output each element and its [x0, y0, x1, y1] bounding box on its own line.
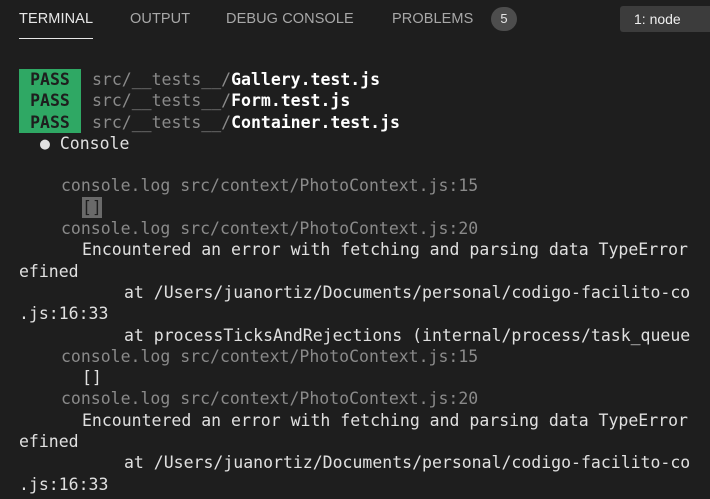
error-line: Encountered an error with fetching and p…: [0, 410, 710, 431]
terminal-selector-dropdown[interactable]: 1: node: [620, 6, 710, 32]
log-value-line: []: [0, 367, 710, 388]
wrapped-text: .js:16:33: [19, 304, 109, 324]
log-line: console.log src/context/PhotoContext.js:…: [0, 346, 710, 367]
test-file: Gallery.test.js: [231, 70, 381, 89]
test-dir: src/__tests__/: [92, 70, 232, 89]
test-result-line: PASS src/__tests__/Form.test.js: [0, 90, 710, 112]
test-result-line: PASS src/__tests__/Container.test.js: [0, 111, 710, 133]
tab-terminal[interactable]: TERMINAL: [19, 0, 94, 40]
stack-frame: at /Users/juanortiz/Documents/personal/c…: [124, 282, 691, 302]
log-value: []: [82, 196, 102, 219]
stack-frame: at /Users/juanortiz/Documents/personal/c…: [124, 453, 691, 473]
error-line: Encountered an error with fetching and p…: [0, 239, 710, 260]
tab-debug-console[interactable]: DEBUG CONSOLE: [226, 0, 354, 40]
panel-tab-bar: TERMINAL OUTPUT DEBUG CONSOLE PROBLEMS 5…: [0, 0, 710, 40]
error-message: Encountered an error with fetching and p…: [82, 240, 688, 260]
wrap-line: .js:16:33: [0, 303, 710, 324]
wrap-line: .js:16:33: [0, 474, 710, 495]
stack-line: at processTicksAndRejections (internal/p…: [0, 325, 710, 346]
tab-problems-label: PROBLEMS: [392, 11, 474, 27]
problems-count-badge: 5: [491, 7, 517, 31]
console-log-source: console.log src/context/PhotoContext.js:…: [61, 219, 479, 239]
terminal-panel: TERMINAL OUTPUT DEBUG CONSOLE PROBLEMS 5…: [0, 0, 710, 499]
stack-line: at /Users/juanortiz/Documents/personal/c…: [0, 452, 710, 473]
test-file: Container.test.js: [231, 112, 400, 132]
console-log-source: console.log src/context/PhotoContext.js:…: [61, 176, 479, 196]
tab-debug-console-label: DEBUG CONSOLE: [226, 11, 354, 27]
log-line: console.log src/context/PhotoContext.js:…: [0, 175, 710, 196]
wrapped-text: .js:16:33: [19, 474, 109, 494]
terminal-output[interactable]: PASS src/__tests__/Gallery.test.js PASS …: [0, 69, 710, 495]
tab-terminal-label: TERMINAL: [19, 11, 94, 27]
console-header-text: ● Console: [40, 133, 130, 153]
log-line: console.log src/context/PhotoContext.js:…: [0, 218, 710, 239]
console-header: ● Console: [0, 133, 710, 154]
log-value-line: []: [0, 196, 710, 219]
error-message: Encountered an error with fetching and p…: [82, 410, 688, 430]
test-dir: src/__tests__/: [92, 112, 232, 132]
wrapped-text: efined: [19, 432, 79, 452]
tab-problems[interactable]: PROBLEMS: [392, 0, 473, 40]
active-tab-indicator: [19, 38, 94, 39]
console-log-source: console.log src/context/PhotoContext.js:…: [61, 389, 479, 409]
log-value: []: [82, 368, 102, 388]
log-line: console.log src/context/PhotoContext.js:…: [0, 388, 710, 409]
stack-frame: at processTicksAndRejections (internal/p…: [124, 325, 691, 345]
wrapped-text: efined: [19, 261, 79, 281]
stack-line: at /Users/juanortiz/Documents/personal/c…: [0, 282, 710, 303]
test-result-line: PASS src/__tests__/Gallery.test.js: [0, 69, 710, 91]
pass-badge: PASS: [19, 111, 81, 133]
pass-badge: PASS: [19, 90, 81, 112]
wrap-line: efined: [0, 261, 710, 282]
console-log-source: console.log src/context/PhotoContext.js:…: [61, 346, 479, 366]
tab-output[interactable]: OUTPUT: [130, 0, 190, 40]
pass-badge: PASS: [19, 69, 81, 91]
test-file: Form.test.js: [231, 91, 351, 111]
tab-output-label: OUTPUT: [130, 11, 191, 27]
wrap-line: efined: [0, 431, 710, 452]
test-dir: src/__tests__/: [92, 91, 232, 111]
